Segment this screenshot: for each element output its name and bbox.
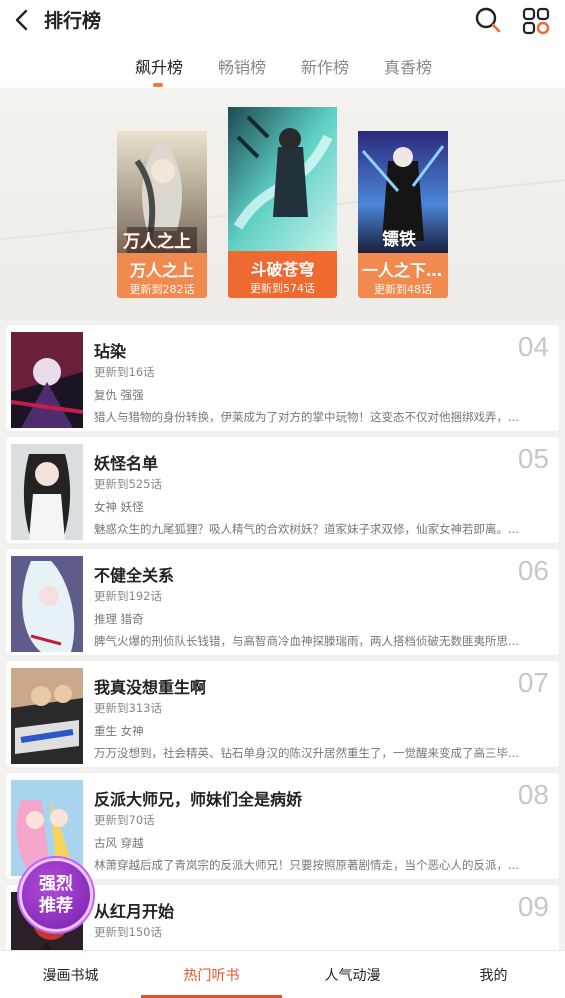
podium-card-rank-1[interactable]: 斗破苍穹 更新到574话 <box>228 107 337 298</box>
bottom-navigation: 漫画书城 热门听书 人气动漫 我的 <box>0 950 565 998</box>
comic-description: 魅惑众生的九尾狐狸？吸人精气的合欢树妖？道家妹子求双修，仙家女神若即离。... <box>94 522 519 536</box>
comic-title: 玷染 <box>94 342 127 361</box>
update-status: 更新到525话 <box>94 477 162 491</box>
update-status: 更新到70话 <box>94 813 155 827</box>
update-status: 更新到150话 <box>94 925 162 939</box>
comic-title: 从红月开始 <box>94 902 175 921</box>
update-status: 更新到313话 <box>94 701 162 715</box>
podium-update: 更新到48话 <box>374 283 432 296</box>
search-button[interactable] <box>474 6 502 34</box>
nav-audiobooks[interactable]: 热门听书 <box>141 951 282 998</box>
cover-title-text: 镖铁 <box>382 230 416 250</box>
podium-label-rank-1: 斗破苍穹 更新到574话 <box>228 251 337 298</box>
rank-number: 06 <box>517 555 549 586</box>
comic-title: 不健全关系 <box>94 566 175 585</box>
comic-title: 妖怪名单 <box>94 454 159 473</box>
comic-cover <box>11 332 83 428</box>
podium-label-rank-3: 一人之下... 更新到48话 <box>358 253 448 298</box>
page-title: 排行榜 <box>44 10 102 32</box>
genre-tags: 复仇 强强 <box>94 388 144 402</box>
nav-comic-store[interactable]: 漫画书城 <box>0 951 141 998</box>
strong-recommend-badge[interactable]: 强烈 推荐 <box>19 858 93 932</box>
list-item[interactable]: 我真没想重生啊 更新到313话 重生 女神 万万没想到，社会精英、钻石单身汉的陈… <box>6 661 559 767</box>
back-button[interactable] <box>10 8 32 32</box>
update-status: 更新到16话 <box>94 365 155 379</box>
podium-card-rank-2[interactable]: 万人之上 万人之上 更新到282话 <box>117 131 207 298</box>
nav-anime[interactable]: 人气动漫 <box>282 951 423 998</box>
top-bar: 排行榜 <box>0 0 565 42</box>
rank-number: 07 <box>517 667 549 698</box>
podium-title: 一人之下... <box>362 261 445 280</box>
comic-cover <box>11 556 83 652</box>
genre-tags: 重生 女神 <box>94 724 144 738</box>
rank-number: 04 <box>517 331 549 362</box>
comic-title: 反派大师兄，师妹们全是病娇 <box>94 790 303 809</box>
podium-title: 斗破苍穹 <box>250 260 315 279</box>
top-three-podium: 万人之上 万人之上 更新到282话 斗破苍穹 更新到574话 镖铁 一人之下..… <box>0 88 565 320</box>
podium-cover-rank-3: 镖铁 <box>358 131 448 253</box>
podium-label-rank-2: 万人之上 更新到282话 <box>117 253 207 298</box>
tab-true-fragrance[interactable]: 真香榜 <box>384 54 432 78</box>
ranking-tabs: 飙升榜 畅销榜 新作榜 真香榜 <box>0 42 565 88</box>
tab-rising[interactable]: 飙升榜 <box>135 54 183 78</box>
genre-tags: 推理 猎奇 <box>94 612 144 626</box>
badge-line-1: 强烈 <box>39 874 73 894</box>
search-icon <box>475 7 501 33</box>
podium-card-rank-3[interactable]: 镖铁 一人之下... 更新到48话 <box>358 131 448 298</box>
comic-description: 林萧穿越后成了青岚宗的反派大师兄！只要按照原著剧情走，当个恶心人的反派，... <box>94 858 519 872</box>
podium-update: 更新到282话 <box>129 283 195 296</box>
category-grid-button[interactable] <box>522 7 550 35</box>
nav-profile[interactable]: 我的 <box>423 951 564 998</box>
comic-description: 万万没想到，社会精英、钻石单身汉的陈汉升居然重生了，一觉醒来变成了高三毕... <box>94 746 519 760</box>
comic-cover <box>11 444 83 540</box>
cover-title-text: 万人之上 <box>123 232 191 252</box>
list-item[interactable]: 反派大师兄，师妹们全是病娇 更新到70话 古风 穿越 林萧穿越后成了青岚宗的反派… <box>6 773 559 879</box>
podium-cover-rank-1 <box>228 107 337 251</box>
genre-tags: 女神 妖怪 <box>94 500 144 514</box>
update-status: 更新到192话 <box>94 589 162 603</box>
podium-title: 万人之上 <box>129 261 194 280</box>
list-item[interactable]: 不健全关系 更新到192话 推理 猎奇 脾气火爆的刑侦队长钱错，与高智商冷血神探… <box>6 549 559 655</box>
active-tab-indicator <box>153 83 163 87</box>
podium-update: 更新到574话 <box>250 282 315 295</box>
rank-number: 09 <box>517 891 549 922</box>
genre-tags: 古风 穿越 <box>94 836 144 850</box>
rank-number: 08 <box>517 779 549 810</box>
badge-line-2: 推荐 <box>39 896 73 916</box>
grid-icon <box>522 7 550 35</box>
comic-description: 猎人与猎物的身份转换，伊莱成为了对方的掌中玩物！这变态不仅对他捆绑戏弄，... <box>94 410 519 424</box>
list-item[interactable]: 妖怪名单 更新到525话 女神 妖怪 魅惑众生的九尾狐狸？吸人精气的合欢树妖？道… <box>6 437 559 543</box>
podium-cover-rank-2: 万人之上 <box>117 131 207 253</box>
tab-bestselling[interactable]: 畅销榜 <box>218 54 266 78</box>
comic-cover <box>11 668 83 764</box>
comic-description: 脾气火爆的刑侦队长钱错，与高智商冷血神探滕瑞雨，两人搭档侦破无数匪夷所思... <box>94 634 519 648</box>
list-item[interactable]: 玷染 更新到16话 复仇 强强 猎人与猎物的身份转换，伊莱成为了对方的掌中玩物！… <box>6 325 559 431</box>
rank-number: 05 <box>517 443 549 474</box>
chevron-left-icon <box>15 9 28 31</box>
tab-new-works[interactable]: 新作榜 <box>301 54 349 78</box>
comic-title: 我真没想重生啊 <box>94 678 207 697</box>
